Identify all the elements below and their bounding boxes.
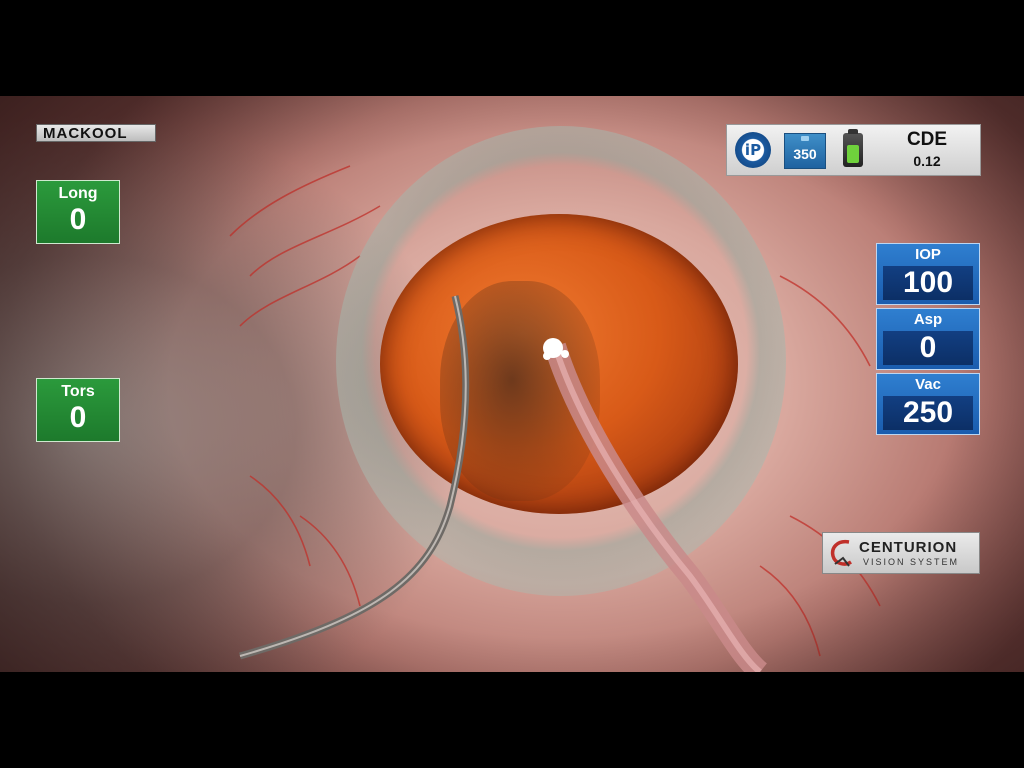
surgical-video-feed	[0, 96, 1024, 672]
torsional-label: Tors	[61, 383, 95, 400]
power-badge: 350	[784, 133, 826, 169]
longitudinal-label: Long	[58, 185, 98, 202]
iop-label: IOP	[915, 246, 941, 263]
cde-value: 0.12	[913, 153, 941, 169]
centurion-logo-icon	[830, 539, 852, 567]
cde-readout: CDE 0.12	[877, 129, 977, 169]
aspiration-label: Asp	[913, 311, 943, 328]
centurion-brand-badge: CENTURION VISION SYSTEM	[822, 532, 980, 574]
longitudinal-tile: Long 0	[36, 180, 120, 244]
status-panel: iP 350 CDE 0.12	[726, 124, 981, 176]
surgeon-name-label: MACKOOL	[36, 124, 156, 142]
aspiration-tile: Asp 0	[876, 308, 980, 370]
aspiration-value: 0	[883, 331, 973, 365]
battery-icon	[843, 129, 863, 167]
brand-name: CENTURION	[859, 539, 958, 556]
brand-subtitle: VISION SYSTEM	[863, 557, 960, 567]
intelligent-phaco-icon: iP	[735, 132, 771, 168]
surgical-instruments	[239, 295, 768, 672]
iop-tile: IOP 100	[876, 243, 980, 305]
longitudinal-value: 0	[69, 203, 87, 236]
vacuum-value: 250	[883, 396, 973, 430]
vacuum-label: Vac	[915, 376, 941, 393]
torsional-tile: Tors 0	[36, 378, 120, 442]
screen: MACKOOL Long 0 Tors 0 iP 350 CDE 0.12 IO…	[0, 0, 1024, 768]
cde-label: CDE	[906, 129, 948, 150]
iop-value: 100	[883, 266, 973, 300]
vacuum-tile: Vac 250	[876, 373, 980, 435]
torsional-value: 0	[69, 401, 87, 434]
ip-icon-text: iP	[744, 141, 762, 159]
